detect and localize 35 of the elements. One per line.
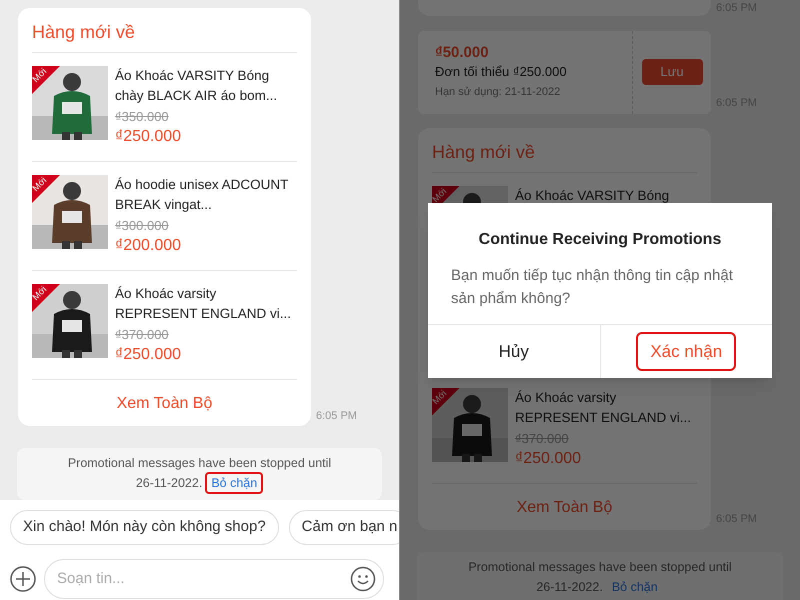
notice-text: Promotional messages have been stopped until — [68, 455, 332, 472]
product-name: Áo Khoác VARSITY Bóng chày BLACK AIR áo bom... — [115, 67, 278, 105]
card-title: Hàng mới về — [32, 21, 136, 44]
view-all-link[interactable]: Xem Toàn Bộ — [516, 498, 612, 516]
emoji-icon[interactable] — [350, 566, 376, 592]
view-all-link[interactable]: Xem Toàn Bộ — [116, 395, 212, 412]
voucher-amount: ₫50.000 — [435, 44, 490, 62]
card-title: Hàng mới về — [432, 140, 536, 164]
sale-price: ₫250.000 — [115, 345, 182, 365]
product-name: Áo Khoác varsity REPRESENT ENGLAND vi... — [115, 285, 292, 323]
confirm-button[interactable]: Xác nhận — [636, 332, 736, 372]
voucher-minimum: Đơn tối thiểu ₫250.000 — [435, 63, 568, 81]
notice-text: Promotional messages have been stopped until — [468, 558, 732, 576]
dialog-message: Bạn muốn tiếp tục nhận thông tin cập nhật sản phẩm không? — [450, 266, 734, 309]
message-input[interactable]: Soạn tin... — [44, 558, 384, 598]
product-name: Áo hoodie unisex ADCOUNT BREAK vingat... — [115, 176, 290, 214]
unblock-link[interactable]: Bỏ chặn — [606, 576, 664, 598]
sale-price: ₫250.000 — [515, 448, 582, 468]
sale-price: ₫200.000 — [115, 236, 182, 256]
notice-date: 26-11-2022. — [536, 578, 603, 596]
message-time: 6:05 PM — [316, 408, 357, 424]
quick-reply-chip[interactable]: Xin chào! Món này còn không shop? — [10, 510, 279, 544]
dialog-title: Continue Receiving Promotions — [478, 230, 722, 250]
unblock-link[interactable]: Bỏ chặn — [205, 472, 264, 494]
add-icon[interactable] — [10, 566, 36, 592]
product-name: Áo Khoác varsity REPRESENT ENGLAND vi... — [515, 388, 692, 426]
original-price: ₫300.000 — [115, 217, 170, 235]
cancel-button[interactable]: Hủy — [484, 332, 543, 372]
notice-date: 26-11-2022. — [136, 475, 202, 492]
original-price: ₫370.000 — [115, 326, 170, 344]
save-button[interactable]: Lưu — [642, 59, 702, 85]
voucher-expiry: Hạn sử dụng: 21-11-2022 — [435, 84, 562, 100]
sale-price: ₫250.000 — [115, 127, 182, 147]
product-name: Áo Khoác VARSITY Bóng — [515, 186, 670, 205]
original-price: ₫350.000 — [115, 108, 170, 126]
